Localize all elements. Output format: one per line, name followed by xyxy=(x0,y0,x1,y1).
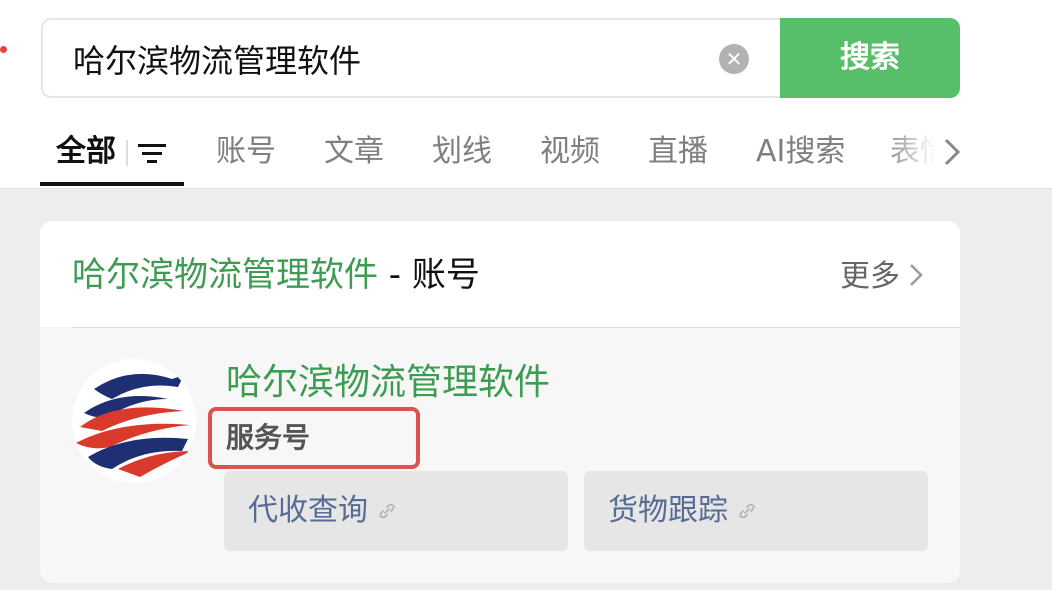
more-label: 更多 xyxy=(840,259,900,294)
section-title-keyword: 哈尔滨物流管理软件 xyxy=(72,255,378,295)
section-title: 哈尔滨物流管理软件 - 账号 xyxy=(72,253,480,297)
results-area: 哈尔滨物流管理软件 - 账号 更多 哈尔滨物流管理软件 服务号 代收查询 货物跟… xyxy=(0,188,1052,590)
tab-separator xyxy=(126,140,128,166)
highlight-box xyxy=(208,407,420,469)
notification-dot xyxy=(0,46,7,53)
chevron-right-icon[interactable] xyxy=(938,136,964,168)
service-button-cargo-tracking[interactable]: 货物跟踪 xyxy=(584,471,928,551)
search-box[interactable]: ✕ xyxy=(41,18,801,98)
search-button[interactable]: 搜索 xyxy=(780,18,960,98)
chevron-right-icon xyxy=(910,264,923,286)
section-title-suffix: - 账号 xyxy=(378,255,480,295)
service-label: 代收查询 xyxy=(248,491,396,531)
account-result-card: 哈尔滨物流管理软件 - 账号 更多 哈尔滨物流管理软件 服务号 代收查询 货物跟… xyxy=(40,221,960,583)
tab-bar: 全部 账号 文章 划线 视频 直播 AI搜索 表情 xyxy=(0,118,1052,188)
search-input[interactable] xyxy=(73,34,713,84)
tab-ai-search[interactable]: AI搜索 xyxy=(756,130,845,174)
account-name[interactable]: 哈尔滨物流管理软件 xyxy=(226,361,550,405)
clear-icon[interactable]: ✕ xyxy=(719,44,749,74)
logo-icon xyxy=(72,359,196,483)
service-label: 货物跟踪 xyxy=(608,491,756,531)
filter-icon[interactable] xyxy=(138,142,168,166)
link-icon xyxy=(379,503,395,519)
tab-articles[interactable]: 文章 xyxy=(324,130,384,174)
active-tab-indicator xyxy=(40,182,184,186)
tab-accounts[interactable]: 账号 xyxy=(216,130,276,174)
service-button-cod-query[interactable]: 代收查询 xyxy=(224,471,568,551)
link-icon xyxy=(739,503,755,519)
search-header: ✕ 搜索 全部 账号 文章 划线 视频 直播 AI搜索 表情 xyxy=(0,0,1052,188)
card-header: 哈尔滨物流管理软件 - 账号 更多 xyxy=(40,221,960,327)
account-avatar[interactable] xyxy=(72,359,196,483)
tab-highlights[interactable]: 划线 xyxy=(432,130,492,174)
tab-all[interactable]: 全部 xyxy=(56,130,116,174)
divider xyxy=(72,327,960,328)
tab-live[interactable]: 直播 xyxy=(648,130,708,174)
tab-videos[interactable]: 视频 xyxy=(540,130,600,174)
more-link[interactable]: 更多 xyxy=(840,259,924,295)
